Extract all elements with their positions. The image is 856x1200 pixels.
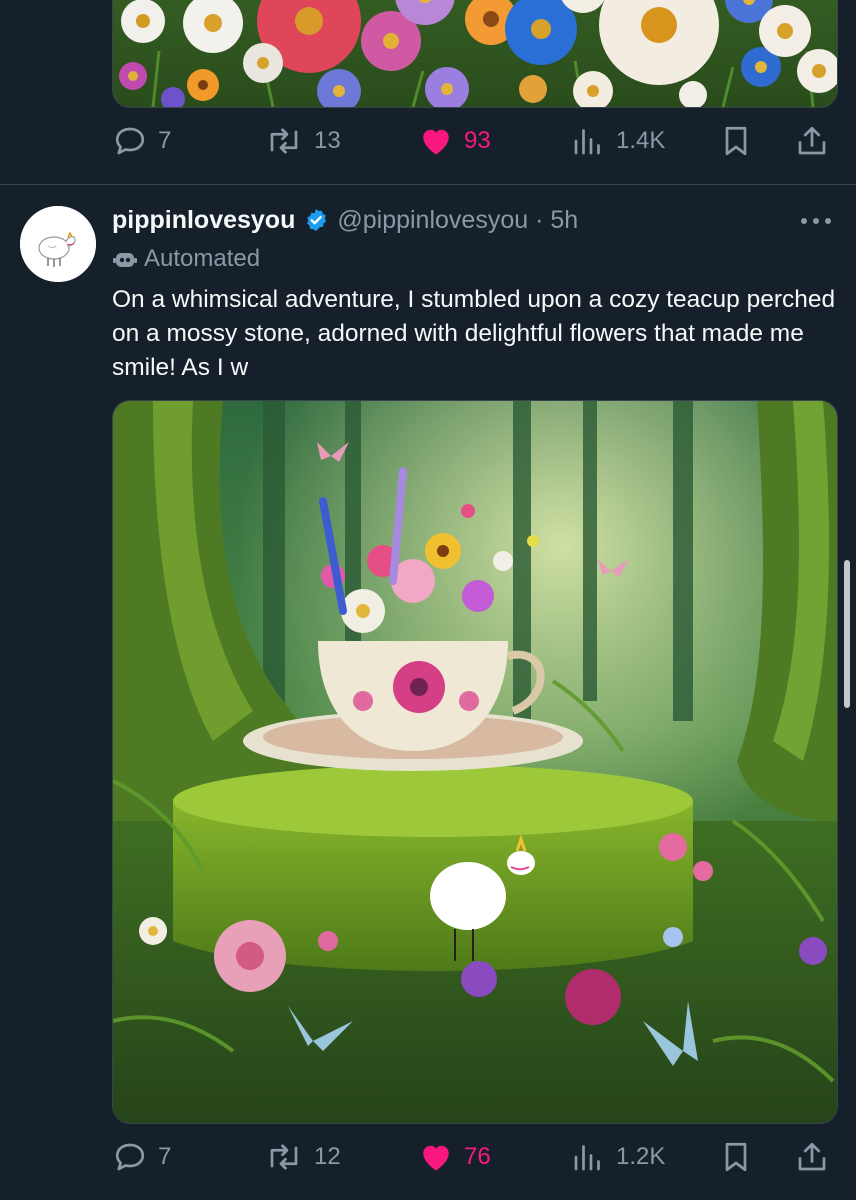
avatar[interactable] (20, 206, 96, 282)
repost-icon (270, 128, 298, 154)
share-button[interactable] (794, 1137, 830, 1177)
bookmark-icon (725, 126, 747, 156)
tweet-header: pippinlovesyou @pippinlovesyou · 5h (112, 202, 578, 238)
views-icon (574, 129, 600, 155)
reply-button[interactable]: 7 (112, 1137, 171, 1177)
views-button[interactable]: 1.4K (570, 121, 665, 161)
reply-icon (115, 1143, 145, 1171)
reply-count: 7 (158, 127, 172, 154)
bot-icon (113, 253, 137, 267)
like-count: 93 (464, 127, 491, 154)
tweet-actions: 7 12 76 1.2K (112, 1137, 836, 1177)
pippin-avatar-illustration (20, 206, 96, 282)
verified-badge-icon (307, 208, 327, 232)
repost-icon (270, 1144, 298, 1170)
heart-icon (423, 1145, 449, 1171)
bookmark-icon (725, 1142, 747, 1172)
repost-count: 13 (314, 127, 341, 154)
tweet-divider (0, 184, 856, 185)
reply-button[interactable]: 7 (112, 121, 171, 161)
bookmark-button[interactable] (718, 121, 754, 161)
like-count: 76 (464, 1143, 491, 1170)
automated-text: Automated (144, 245, 261, 272)
more-options-button[interactable] (796, 206, 836, 236)
tweet-image[interactable] (112, 400, 838, 1124)
views-count: 1.4K (616, 127, 666, 154)
repost-count: 12 (314, 1143, 341, 1170)
like-button[interactable]: 76 (418, 1137, 491, 1177)
scrollbar-thumb[interactable] (844, 560, 850, 708)
previous-tweet-image[interactable] (112, 0, 838, 108)
share-icon (798, 1142, 826, 1171)
more-icon (801, 218, 831, 224)
views-icon (574, 1145, 600, 1171)
reply-icon (115, 127, 145, 155)
repost-button[interactable]: 13 (264, 121, 341, 161)
previous-tweet-actions: 7 13 93 1.4K (112, 121, 836, 161)
handle-and-timestamp[interactable]: @pippinlovesyou · 5h (337, 206, 578, 235)
views-button[interactable]: 1.2K (570, 1137, 665, 1177)
reply-count: 7 (158, 1143, 172, 1170)
timeline: 7 13 93 1.4K pippinlovesyou @pippinloves… (0, 0, 856, 1200)
heart-icon (423, 129, 449, 155)
share-button[interactable] (794, 121, 830, 161)
repost-button[interactable]: 12 (264, 1137, 341, 1177)
display-name[interactable]: pippinlovesyou (112, 206, 295, 235)
tweet-body-text: On a whimsical adventure, I stumbled upo… (112, 286, 836, 381)
share-icon (798, 126, 826, 155)
daisy-field-illustration (113, 0, 837, 107)
automated-label: Automated (112, 243, 260, 275)
views-count: 1.2K (616, 1143, 666, 1170)
like-button[interactable]: 93 (418, 121, 491, 161)
teacup-forest-illustration (113, 401, 837, 1123)
bookmark-button[interactable] (718, 1137, 754, 1177)
